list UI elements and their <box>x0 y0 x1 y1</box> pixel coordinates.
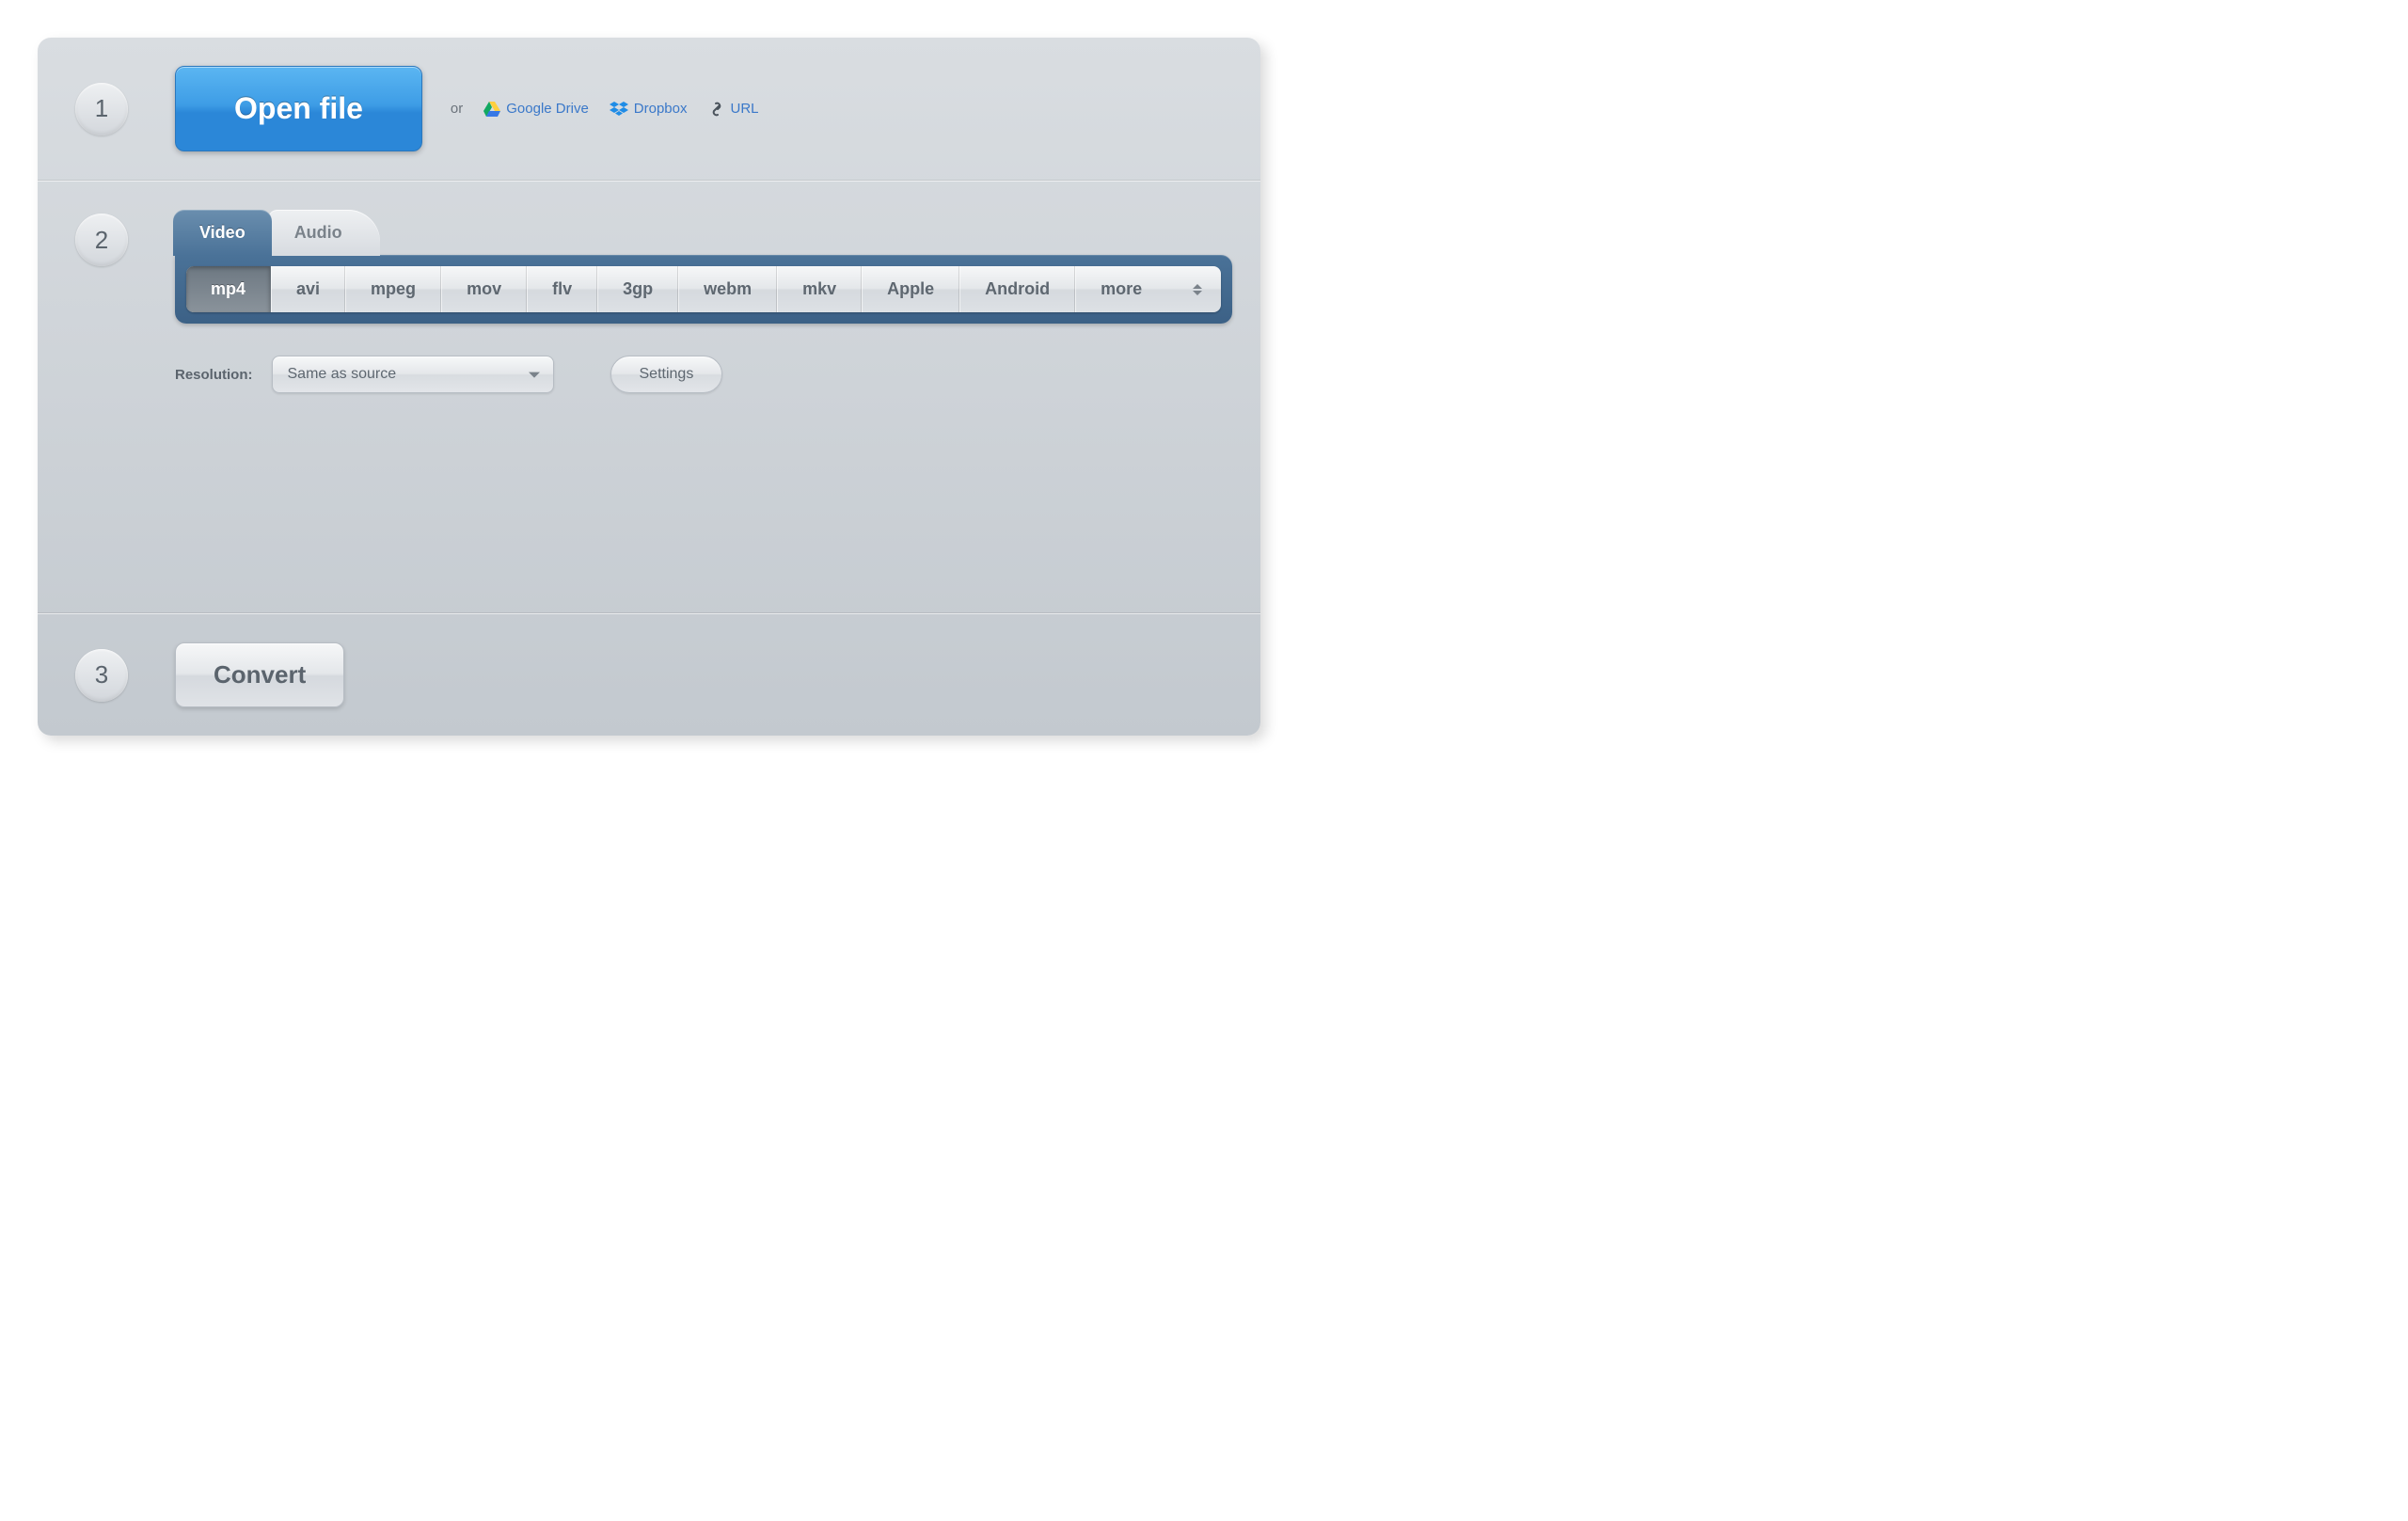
convert-button[interactable]: Convert <box>175 642 344 707</box>
resolution-select[interactable]: Same as source <box>272 356 554 393</box>
open-file-button[interactable]: Open file <box>175 66 422 151</box>
converter-panel: 1 Open file or Google Drive <box>38 38 1260 736</box>
format-avi[interactable]: avi <box>271 266 345 312</box>
resolution-label: Resolution: <box>175 367 253 383</box>
format-more[interactable]: more <box>1075 266 1221 312</box>
format-android[interactable]: Android <box>959 266 1075 312</box>
format-more-label: more <box>1101 279 1142 299</box>
format-mov[interactable]: mov <box>441 266 527 312</box>
format-mp4[interactable]: mp4 <box>186 266 271 312</box>
or-label: or <box>451 101 463 117</box>
media-type-tabs: Video Audio <box>173 210 1232 256</box>
format-bar-container: mp4 avi mpeg mov flv 3gp webm mkv Apple … <box>175 255 1232 324</box>
step-2-badge: 2 <box>75 214 128 266</box>
dropbox-icon <box>610 102 628 117</box>
source-link-label: Dropbox <box>634 101 688 117</box>
source-url[interactable]: URL <box>708 101 759 117</box>
format-bar: mp4 avi mpeg mov flv 3gp webm mkv Apple … <box>186 266 1221 312</box>
link-icon <box>708 102 725 117</box>
format-flv[interactable]: flv <box>527 266 597 312</box>
format-apple[interactable]: Apple <box>862 266 959 312</box>
format-3gp[interactable]: 3gp <box>597 266 678 312</box>
source-link-label: Google Drive <box>506 101 589 117</box>
step-2-section: 2 Video Audio mp4 avi mpeg mov flv 3gp w… <box>38 181 1260 613</box>
chevron-down-icon <box>529 372 540 378</box>
source-dropbox[interactable]: Dropbox <box>610 101 688 117</box>
step-3-badge: 3 <box>75 649 128 702</box>
format-mpeg[interactable]: mpeg <box>345 266 441 312</box>
tab-video[interactable]: Video <box>173 210 272 256</box>
options-row: Resolution: Same as source Settings <box>175 356 1232 393</box>
step-1-section: 1 Open file or Google Drive <box>38 38 1260 181</box>
source-google-drive[interactable]: Google Drive <box>483 101 589 117</box>
step-3-section: 3 Convert <box>38 613 1260 736</box>
sort-icon <box>1191 284 1204 295</box>
tab-audio[interactable]: Audio <box>268 210 380 256</box>
google-drive-icon <box>483 102 500 117</box>
resolution-value: Same as source <box>288 366 397 382</box>
step-1-badge: 1 <box>75 83 128 135</box>
format-mkv[interactable]: mkv <box>777 266 862 312</box>
format-webm[interactable]: webm <box>678 266 777 312</box>
source-link-label: URL <box>731 101 759 117</box>
settings-button[interactable]: Settings <box>610 356 723 393</box>
